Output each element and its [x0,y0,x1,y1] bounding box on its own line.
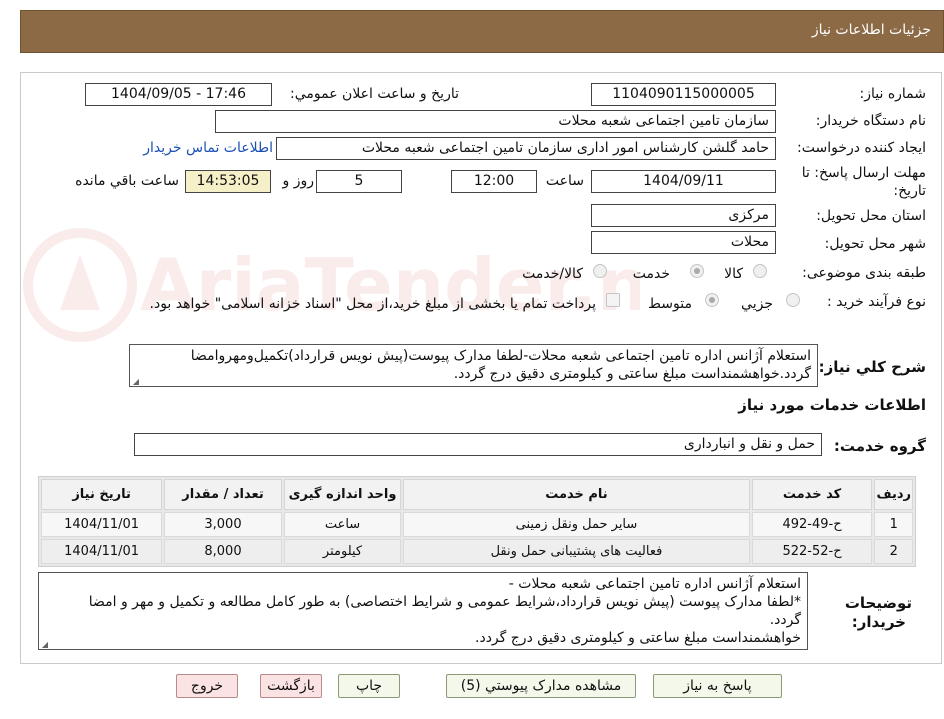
col-header-date: تاریخ نیاز [41,479,163,510]
deadline-days-field: 5 [316,170,402,193]
resize-grip-icon[interactable]: ◢ [41,641,48,649]
buyer-notes-label-line2: خریدار: [851,613,906,631]
buyer-notes-label-line1: توضیحات [844,594,912,612]
need-number-field: 1104090115000005 [591,83,776,106]
cell-code: ح-52-522 [751,539,873,564]
col-header-qty: تعداد / مقدار [164,479,282,510]
services-table: رديف کد خدمت نام خدمت واحد اندازه گیری ت… [38,476,916,567]
deadline-time-field: 12:00 [451,170,537,193]
process-label: نوع فرآیند خرید : [827,294,926,310]
table-row: 2 ح-52-522 فعالیت های پشتیبانی حمل ونقل … [41,539,913,564]
process-option-minor: جزيي [741,296,773,312]
description-text: استعلام آژانس اداره تامین اجتماعی شعبه م… [190,348,811,382]
col-header-unit: واحد اندازه گیری [283,479,402,510]
services-section-title: اطلاعات خدمات مورد نياز [738,396,926,414]
category-option-goods-service: کالا/خدمت [522,266,583,282]
service-group-label: گروه خدمت: [833,437,926,455]
remaining-time-field: 14:53:05 [185,170,271,193]
page-title: جزئیات اطلاعات نیاز [811,22,931,38]
cell-unit: ساعت [283,512,402,537]
need-number-label: شماره نیاز: [859,86,927,102]
process-radio-minor[interactable] [786,293,800,307]
cell-unit: کیلومتر [283,539,402,564]
service-group-field: حمل و نقل و انبارداری [134,433,822,456]
table-row: 1 ح-49-492 سایر حمل ونقل زمینی ساعت 3,00… [41,512,913,537]
cell-code: ح-49-492 [751,512,873,537]
city-label: شهر محل تحویل: [824,236,926,252]
buyer-notes-line: *لطفا مدارک پیوست (پیش نویس قرارداد،شرای… [88,594,801,610]
announce-field: 1404/09/05 - 17:46 [85,83,272,106]
buyer-org-field: سازمان تامین اجتماعی شعبه محلات [215,110,776,133]
province-field: مرکزی [591,204,776,227]
announce-label: تاریخ و ساعت اعلان عمومي: [290,86,459,102]
print-button[interactable]: چاپ [338,674,400,698]
cell-qty: 3,000 [164,512,282,537]
process-option-medium: متوسط [648,296,692,312]
deadline-date-field: 1404/09/11 [591,170,776,193]
process-radio-medium[interactable] [705,293,719,307]
buyer-notes-line: گردد. [769,612,801,628]
buyer-contact-link[interactable]: اطلاعات تماس خريدار [143,140,273,156]
buyer-notes-line: خواهشمنداست مبلغ ساعتی و کیلومتری دقیق د… [475,630,801,646]
col-header-index: رديف [874,479,913,510]
col-header-name: نام خدمت [403,479,750,510]
days-label: روز و [282,173,315,189]
category-label: طبقه بندی موضوعی: [802,265,926,281]
requester-field: حامد گلشن کارشناس امور اداری سازمان تامی… [276,137,776,160]
category-radio-goods[interactable] [753,264,767,278]
buyer-org-label: نام دستگاه خريدار: [815,113,926,129]
col-header-code: کد خدمت [751,479,873,510]
cell-index: 2 [874,539,913,564]
cell-name: فعالیت های پشتیبانی حمل ونقل [403,539,750,564]
page-header: جزئیات اطلاعات نیاز [20,10,944,53]
deadline-label-line2: تاریخ: [893,183,926,199]
back-button[interactable]: بازگشت [260,674,322,698]
cell-name: سایر حمل ونقل زمینی [403,512,750,537]
cell-qty: 8,000 [164,539,282,564]
cell-date: 1404/11/01 [41,512,163,537]
table-header-row: رديف کد خدمت نام خدمت واحد اندازه گیری ت… [41,479,913,510]
reply-button[interactable]: پاسخ به نیاز [653,674,782,698]
resize-grip-icon[interactable]: ◢ [132,378,139,386]
buyer-notes-line: استعلام آژانس اداره تامین اجتماعی شعبه م… [508,576,801,592]
category-radio-service[interactable] [690,264,704,278]
province-label: استان محل تحویل: [816,208,926,224]
treasury-payment-checkbox[interactable] [606,293,620,307]
requester-label: ایجاد کننده درخواست: [797,140,926,156]
category-option-service: خدمت [632,266,670,282]
deadline-time-label: ساعت [545,173,584,189]
description-label: شرح كلي نياز: [818,358,926,376]
category-radio-goods-service[interactable] [593,264,607,278]
category-option-goods: کالا [724,266,743,282]
attachments-button[interactable]: مشاهده مدارک پیوستي (5) [446,674,636,698]
description-textarea[interactable]: استعلام آژانس اداره تامین اجتماعی شعبه م… [129,344,818,387]
city-field: محلات [591,231,776,254]
buyer-notes-textarea[interactable]: استعلام آژانس اداره تامین اجتماعی شعبه م… [38,572,808,650]
treasury-payment-note: پرداخت تمام یا بخشی از مبلغ خرید،از محل … [149,296,596,312]
cell-date: 1404/11/01 [41,539,163,564]
remaining-label: ساعت باقي مانده [75,173,179,189]
cell-index: 1 [874,512,913,537]
deadline-label-line1: مهلت ارسال پاسخ: تا [801,165,926,181]
exit-button[interactable]: خروج [176,674,238,698]
